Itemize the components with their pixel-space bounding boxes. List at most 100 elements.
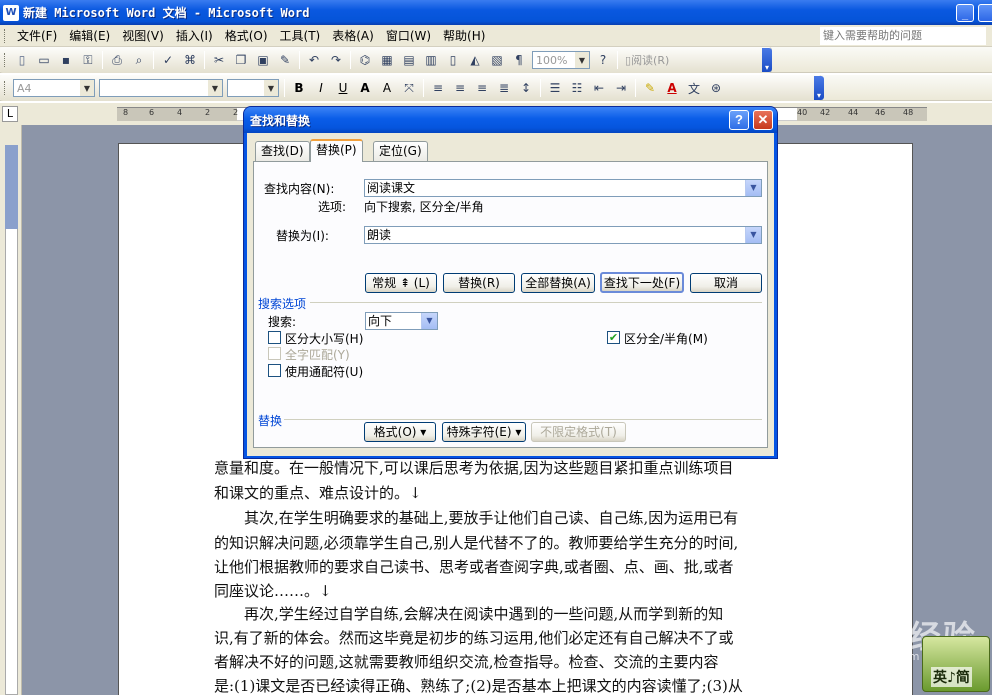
- document-line[interactable]: 其次,在学生明确要求的基础上,要放手让他们自己读、自己练,因为运用已有: [214, 506, 774, 530]
- match-case-checkbox[interactable]: [268, 331, 281, 344]
- hyperlink-icon[interactable]: ⌬: [355, 51, 375, 69]
- document-line[interactable]: 的知识解决问题,必须靠学生自己,别人是代替不了的。教师要给学生充分的时间,: [214, 531, 774, 555]
- cut-icon[interactable]: ✂: [209, 51, 229, 69]
- line-spacing-icon[interactable]: ↕: [516, 79, 536, 97]
- phonetic-guide-icon[interactable]: 文: [684, 79, 704, 97]
- cancel-button[interactable]: 取消: [690, 273, 762, 293]
- copy-icon[interactable]: ❐: [231, 51, 251, 69]
- bold-button[interactable]: B: [289, 79, 309, 97]
- menu-edit[interactable]: 编辑(E): [63, 27, 116, 45]
- vertical-ruler[interactable]: [0, 125, 22, 695]
- ime-indicator[interactable]: 英♪简: [922, 636, 990, 692]
- document-line[interactable]: 者解决不好的问题,这就需要教师组织交流,检查指导。检查、交流的主要内容: [214, 650, 774, 674]
- font-size-select[interactable]: ▼: [227, 79, 279, 97]
- find-input[interactable]: 阅读课文 ▼: [364, 179, 762, 197]
- insert-excel-icon[interactable]: ▥: [421, 51, 441, 69]
- menu-tools[interactable]: 工具(T): [274, 27, 327, 45]
- spelling-icon[interactable]: ✓: [158, 51, 178, 69]
- highlight-icon[interactable]: ✎: [640, 79, 660, 97]
- menu-file[interactable]: 文件(F): [11, 27, 63, 45]
- font-select[interactable]: ▼: [99, 79, 223, 97]
- menu-grip[interactable]: [4, 28, 7, 43]
- format-painter-icon[interactable]: ✎: [275, 51, 295, 69]
- replace-all-button[interactable]: 全部替换(A): [521, 273, 595, 293]
- tab-stop-selector[interactable]: L: [2, 106, 18, 122]
- font-color-icon[interactable]: A: [662, 79, 682, 97]
- read-mode-button[interactable]: ▯ 阅读(R): [621, 52, 673, 68]
- document-line[interactable]: 和课文的重点、难点设计的。↓: [214, 481, 774, 505]
- undo-icon[interactable]: ↶: [304, 51, 324, 69]
- chevron-down-icon[interactable]: ▼: [745, 227, 761, 243]
- minimize-button[interactable]: _: [956, 4, 974, 22]
- maximize-button[interactable]: [978, 4, 992, 22]
- toolbar-grip[interactable]: [4, 81, 7, 95]
- document-line[interactable]: 意量和度。在一般情况下,可以课后思考为依据,因为这些题目紧扣重点训练项目: [214, 456, 774, 480]
- document-line[interactable]: 同座议论……。↓: [214, 579, 774, 603]
- new-document-icon[interactable]: ▯: [12, 51, 32, 69]
- permission-icon[interactable]: ⚿: [78, 51, 98, 69]
- save-icon[interactable]: ▪: [56, 51, 76, 69]
- chevron-down-icon[interactable]: ▼: [421, 313, 437, 329]
- menu-view[interactable]: 视图(V): [116, 27, 170, 45]
- print-preview-icon[interactable]: ⌕: [129, 51, 149, 69]
- char-border-icon[interactable]: A: [355, 79, 375, 97]
- menu-format[interactable]: 格式(O): [219, 27, 274, 45]
- format-button[interactable]: 格式(O) ▾: [364, 422, 436, 442]
- char-shading-icon[interactable]: A: [377, 79, 397, 97]
- align-right-icon[interactable]: ≡: [472, 79, 492, 97]
- redo-icon[interactable]: ↷: [326, 51, 346, 69]
- print-icon[interactable]: ⎙: [107, 51, 127, 69]
- document-map-icon[interactable]: ▧: [487, 51, 507, 69]
- tab-find[interactable]: 查找(D): [255, 141, 310, 161]
- justify-icon[interactable]: ≣: [494, 79, 514, 97]
- toolbar-options-icon[interactable]: ▾: [814, 76, 824, 100]
- toolbar-options-icon[interactable]: ▾: [762, 48, 772, 72]
- tables-borders-icon[interactable]: ▦: [377, 51, 397, 69]
- tab-goto[interactable]: 定位(G): [373, 141, 428, 161]
- less-button[interactable]: 常规 ⇞ (L): [365, 273, 437, 293]
- document-line[interactable]: 是:(1)课文是否已经读得正确、熟练了;(2)是否基本上把课文的内容读懂了;(3…: [214, 674, 774, 695]
- special-char-button[interactable]: 特殊字符(E) ▾: [442, 422, 526, 442]
- dialog-title-bar[interactable]: 查找和替换 ? ✕: [244, 107, 777, 133]
- columns-icon[interactable]: ▯: [443, 51, 463, 69]
- toolbar-grip[interactable]: [4, 53, 7, 67]
- numbering-icon[interactable]: ☰: [545, 79, 565, 97]
- align-left-icon[interactable]: ≡: [428, 79, 448, 97]
- chevron-down-icon[interactable]: ▼: [745, 180, 761, 196]
- menu-table[interactable]: 表格(A): [326, 27, 380, 45]
- increase-indent-icon[interactable]: ⇥: [611, 79, 631, 97]
- document-line[interactable]: 让他们根据教师的要求自己读书、思考或者查阅字典,或者圈、点、画、批,或者: [214, 555, 774, 579]
- search-direction-select[interactable]: 向下 ▼: [365, 312, 438, 330]
- help-icon[interactable]: ?: [593, 51, 613, 69]
- style-select[interactable]: A4 ▼: [13, 79, 95, 97]
- dialog-close-icon[interactable]: ✕: [753, 110, 773, 130]
- width-checkbox[interactable]: ✔: [607, 331, 620, 344]
- drawing-icon[interactable]: ◭: [465, 51, 485, 69]
- document-line[interactable]: 再次,学生经过自学自练,会解决在阅读中遇到的一些问题,从而学到新的知: [214, 602, 774, 626]
- underline-button[interactable]: U: [333, 79, 353, 97]
- menu-insert[interactable]: 插入(I): [170, 27, 219, 45]
- tab-replace[interactable]: 替换(P): [310, 139, 363, 162]
- wildcards-checkbox[interactable]: [268, 364, 281, 377]
- align-center-icon[interactable]: ≡: [450, 79, 470, 97]
- paste-icon[interactable]: ▣: [253, 51, 273, 69]
- menu-help[interactable]: 帮助(H): [437, 27, 491, 45]
- dialog-help-icon[interactable]: ?: [729, 110, 749, 130]
- formatting-toolbar: A4 ▼ ▼ ▼ B I U A A ⤧ ≡ ≡ ≡ ≣ ↕ ☰ ☷ ⇤ ⇥ ✎…: [0, 75, 992, 101]
- italic-button[interactable]: I: [311, 79, 331, 97]
- find-next-button[interactable]: 查找下一处(F): [600, 272, 684, 293]
- replace-button[interactable]: 替换(R): [443, 273, 515, 293]
- research-icon[interactable]: ⌘: [180, 51, 200, 69]
- char-scale-icon[interactable]: ⤧: [399, 79, 419, 97]
- decrease-indent-icon[interactable]: ⇤: [589, 79, 609, 97]
- help-search-input[interactable]: [820, 27, 986, 45]
- enclose-char-icon[interactable]: ⊛: [706, 79, 726, 97]
- zoom-select[interactable]: 100% ▼: [532, 51, 590, 69]
- insert-table-icon[interactable]: ▤: [399, 51, 419, 69]
- replace-input[interactable]: 朗读 ▼: [364, 226, 762, 244]
- menu-window[interactable]: 窗口(W): [380, 27, 437, 45]
- open-folder-icon[interactable]: ▭: [34, 51, 54, 69]
- show-hide-icon[interactable]: ¶: [509, 51, 529, 69]
- document-line[interactable]: 识,有了新的体会。然而这毕竟是初步的练习运用,他们必定还有自己解决不了或: [214, 626, 774, 650]
- bullets-icon[interactable]: ☷: [567, 79, 587, 97]
